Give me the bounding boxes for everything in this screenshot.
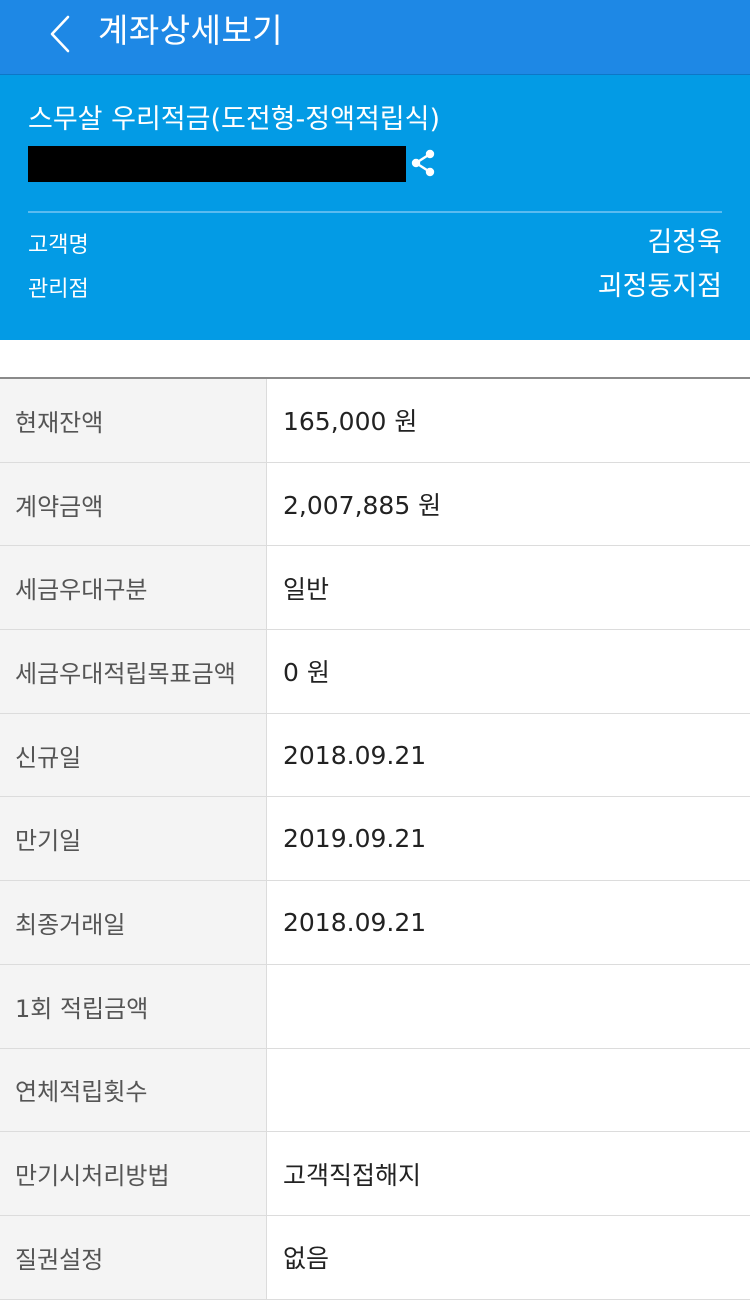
row-label: 계약금액 [0, 462, 267, 546]
branch-value: 괴정동지점 [597, 271, 722, 302]
account-number-redacted [28, 146, 406, 182]
row-value: 일반 [267, 546, 750, 630]
table-row: 만기일 2019.09.21 [0, 797, 750, 882]
product-name: 스무살 우리적금(도전형-정액적립식) [28, 104, 440, 135]
table-row: 질권설정 없음 [0, 1215, 750, 1300]
table-row: 연체적립횟수 [0, 1048, 750, 1133]
row-label: 만기일 [0, 797, 267, 881]
row-value: 2019.09.21 [267, 797, 750, 881]
share-icon [410, 149, 436, 181]
share-button[interactable] [408, 149, 438, 181]
page-title: 계좌상세보기 [98, 11, 284, 50]
branch-label: 관리점 [28, 277, 89, 302]
table-row: 현재잔액 165,000 원 [0, 379, 750, 463]
customer-name-value: 김정욱 [647, 227, 722, 258]
row-value [267, 964, 750, 1048]
row-value: 고객직접해지 [267, 1132, 750, 1215]
row-label: 현재잔액 [0, 379, 267, 462]
row-value: 165,000 원 [267, 379, 750, 462]
row-label: 연체적립횟수 [0, 1048, 267, 1132]
row-value: 0 원 [267, 630, 750, 713]
summary-divider [28, 211, 722, 213]
table-row: 최종거래일 2018.09.21 [0, 881, 750, 965]
row-value: 2,007,885 원 [267, 462, 750, 546]
customer-name-label: 고객명 [28, 233, 89, 258]
table-row: 만기시처리방법 고객직접해지 [0, 1132, 750, 1216]
row-value: 2018.09.21 [267, 713, 750, 797]
back-button[interactable] [40, 12, 80, 56]
row-label: 세금우대구분 [0, 546, 267, 630]
row-label: 최종거래일 [0, 881, 267, 964]
table-row: 신규일 2018.09.21 [0, 713, 750, 798]
row-label: 신규일 [0, 713, 267, 797]
account-detail-table: 현재잔액 165,000 원 계약금액 2,007,885 원 세금우대구분 일… [0, 377, 750, 1300]
row-value: 없음 [267, 1215, 750, 1299]
account-summary: 스무살 우리적금(도전형-정액적립식) 고객명 김정욱 관리점 괴정동지점 [0, 74, 750, 340]
table-row: 1회 적립금액 [0, 964, 750, 1049]
app-header: 계좌상세보기 [0, 0, 750, 74]
section-gap [0, 340, 750, 378]
table-row: 세금우대구분 일반 [0, 546, 750, 631]
row-label: 1회 적립금액 [0, 964, 267, 1048]
row-label: 세금우대적립목표금액 [0, 630, 267, 713]
chevron-left-icon [49, 14, 71, 54]
row-value [267, 1048, 750, 1132]
row-label: 만기시처리방법 [0, 1132, 267, 1215]
table-row: 계약금액 2,007,885 원 [0, 462, 750, 547]
row-label: 질권설정 [0, 1215, 267, 1299]
row-value: 2018.09.21 [267, 881, 750, 964]
table-row: 세금우대적립목표금액 0 원 [0, 630, 750, 714]
